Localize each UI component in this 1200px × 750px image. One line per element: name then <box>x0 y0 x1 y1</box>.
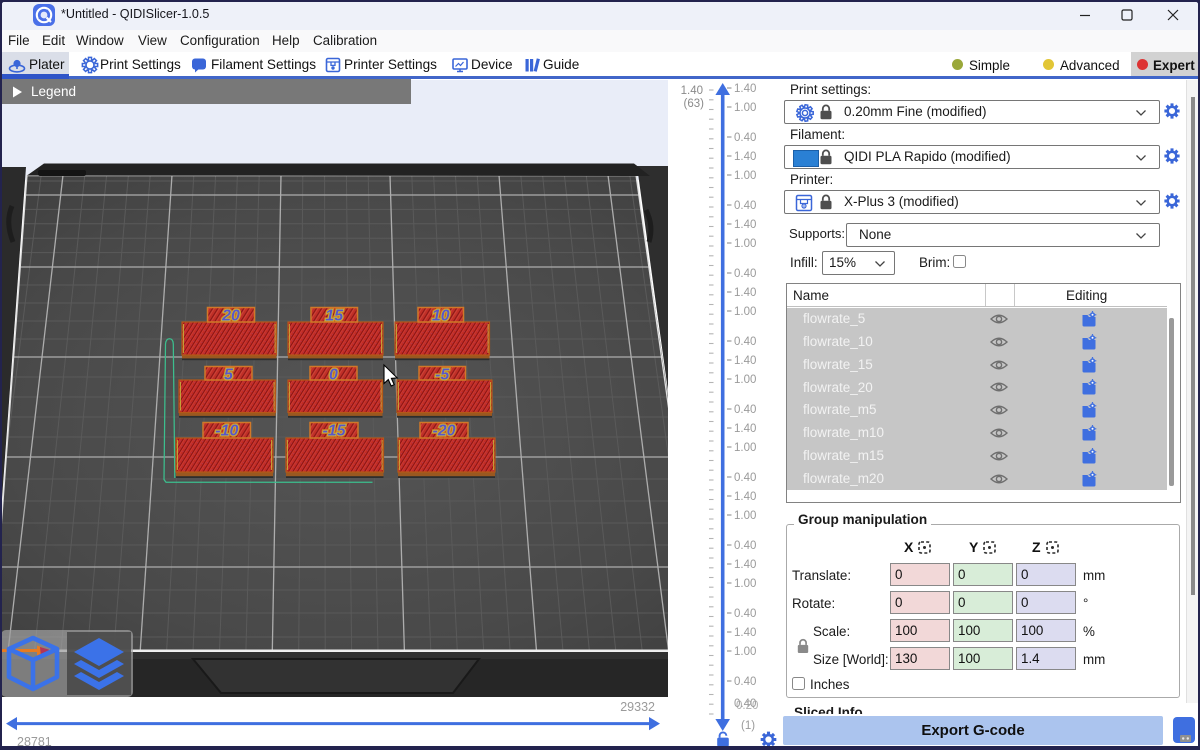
svg-text:-10: -10 <box>215 422 238 439</box>
svg-text:1.40: 1.40 <box>734 491 756 503</box>
svg-text:-20: -20 <box>432 422 455 439</box>
svg-text:10: 10 <box>432 307 450 324</box>
svg-text:5: 5 <box>224 366 234 383</box>
svg-text:29332: 29332 <box>620 700 655 714</box>
svg-text:15: 15 <box>325 307 344 324</box>
svg-text:1.40: 1.40 <box>734 559 756 571</box>
svg-text:1.40: 1.40 <box>734 151 756 163</box>
svg-text:0.20: 0.20 <box>736 700 758 712</box>
svg-text:0.40: 0.40 <box>734 200 756 212</box>
svg-text:0.40: 0.40 <box>734 472 756 484</box>
svg-text:1.00: 1.00 <box>734 238 756 250</box>
svg-text:1.00: 1.00 <box>734 306 756 318</box>
svg-text:1.00: 1.00 <box>734 102 756 114</box>
svg-text:1.40: 1.40 <box>734 355 756 367</box>
svg-text:20: 20 <box>221 307 240 324</box>
svg-text:-15: -15 <box>322 422 346 439</box>
svg-text:0.40: 0.40 <box>734 540 756 552</box>
svg-text:1.40: 1.40 <box>734 83 756 95</box>
svg-text:1.00: 1.00 <box>734 510 756 522</box>
svg-text:1.40: 1.40 <box>681 85 703 97</box>
svg-text:0.40: 0.40 <box>734 676 756 688</box>
svg-text:(63): (63) <box>684 98 705 110</box>
svg-text:1.00: 1.00 <box>734 170 756 182</box>
svg-text:1.40: 1.40 <box>734 423 756 435</box>
svg-text:0.40: 0.40 <box>734 268 756 280</box>
svg-text:1.00: 1.00 <box>734 442 756 454</box>
svg-text:0.40: 0.40 <box>734 132 756 144</box>
svg-text:1.00: 1.00 <box>734 374 756 386</box>
svg-text:1.00: 1.00 <box>734 646 756 658</box>
svg-text:0.40: 0.40 <box>734 608 756 620</box>
svg-text:-5: -5 <box>435 366 450 383</box>
svg-text:1.40: 1.40 <box>734 627 756 639</box>
svg-text:(1): (1) <box>741 720 755 732</box>
svg-text:1.40: 1.40 <box>734 287 756 299</box>
svg-text:1.00: 1.00 <box>734 578 756 590</box>
svg-text:1.40: 1.40 <box>734 219 756 231</box>
svg-text:0.40: 0.40 <box>734 336 756 348</box>
svg-text:0.40: 0.40 <box>734 404 756 416</box>
svg-text:0: 0 <box>329 366 338 383</box>
